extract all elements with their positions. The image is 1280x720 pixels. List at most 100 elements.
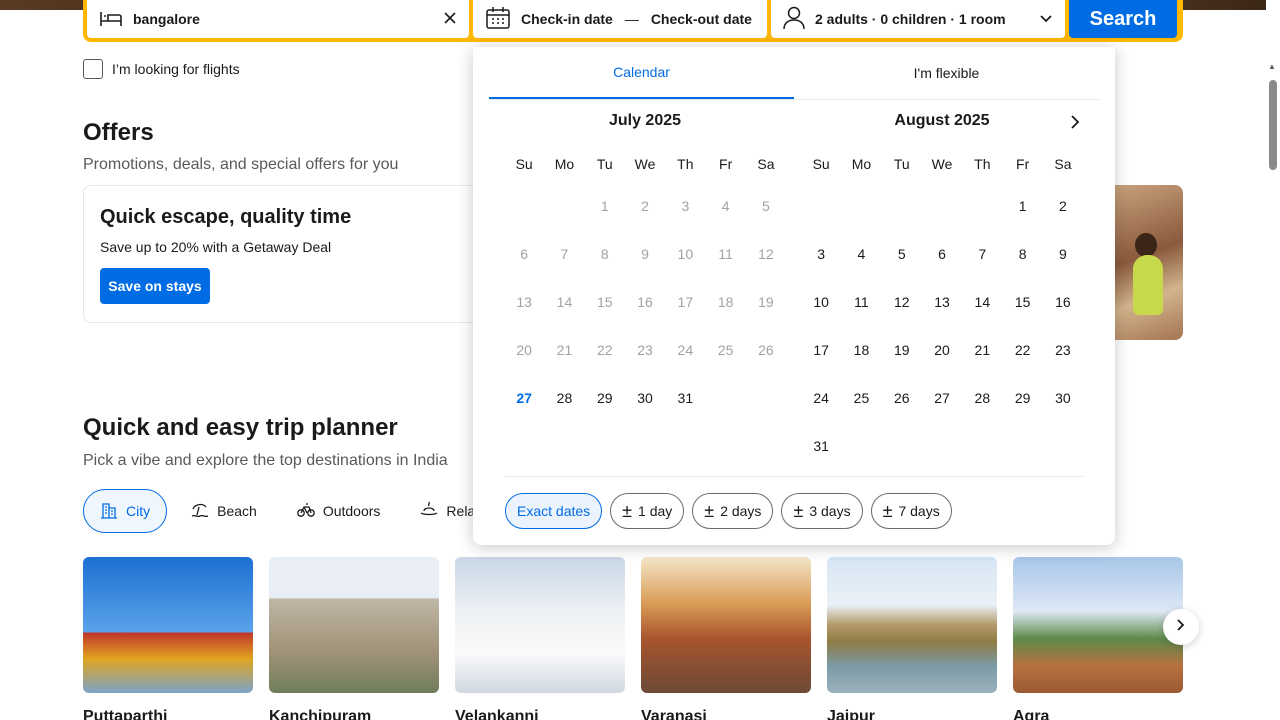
chevron-right-icon [1176,618,1186,637]
calendar-day[interactable]: 8 [1002,230,1042,278]
calendar-day[interactable]: 28 [544,374,584,422]
chip-3-days[interactable]: ±3 days [781,493,863,529]
calendar-day[interactable]: 21 [962,326,1002,374]
month-title: August 2025 [894,112,990,129]
calendar-day: 22 [596,342,613,358]
calendar-day[interactable]: 6 [922,230,962,278]
calendar-day[interactable]: 29 [585,374,625,422]
calendar-day[interactable]: 3 [801,230,841,278]
destination-name[interactable]: Kanchipuram [269,708,439,720]
offer-card-text: Save up to 20% with a Getaway Deal [100,239,332,255]
carousel-next-button[interactable] [1163,609,1199,645]
calendar-day[interactable]: 29 [1002,374,1042,422]
search-bar: bangalore Check-in date — Check-out date… [83,0,1183,42]
checkin-label[interactable]: Check-in date [521,11,613,27]
scrollbar-thumb[interactable] [1269,80,1277,170]
next-month-button[interactable] [1063,112,1087,136]
weekday: Mo [554,156,575,172]
flights-checkbox[interactable] [83,59,103,79]
calendar-day[interactable]: 27 [504,374,544,422]
weekday: Fr [719,156,733,172]
plus-minus-icon: ± [882,501,893,521]
destination-card[interactable]: Varanasi [641,557,811,720]
destination-image[interactable] [827,557,997,693]
calendar-day[interactable]: 23 [1043,326,1083,374]
calendar-day[interactable]: 11 [841,278,881,326]
date-picker-popup: Calendar I'm flexible July 2025 Su Mo Tu… [473,47,1115,545]
tab-beach[interactable]: Beach [175,489,273,533]
tab-flexible[interactable]: I'm flexible [794,47,1099,99]
calendar-day[interactable]: 25 [841,374,881,422]
date-separator: — [624,11,639,27]
checkout-label[interactable]: Check-out date [651,11,752,27]
chip-7-days[interactable]: ±7 days [870,493,952,529]
weekday: Tu [893,156,910,172]
chip-exact-dates[interactable]: Exact dates [505,493,603,529]
calendar-day[interactable]: 26 [882,374,922,422]
search-button[interactable]: Search [1069,0,1177,38]
tab-calendar[interactable]: Calendar [489,47,794,99]
calendar-day[interactable]: 30 [1043,374,1083,422]
calendar-day[interactable]: 24 [801,374,841,422]
destination-card[interactable]: Agra [1013,557,1183,720]
empty-cell [801,182,841,230]
calendar-day[interactable]: 12 [882,278,922,326]
dates-field[interactable]: Check-in date — Check-out date [473,0,767,38]
calendar-day[interactable]: 30 [625,374,665,422]
calendar-day[interactable]: 4 [841,230,881,278]
month-title: July 2025 [608,112,682,129]
calendar-day[interactable]: 18 [841,326,881,374]
calendar-day[interactable]: 31 [801,422,841,470]
destination-name[interactable]: Puttaparthi [83,708,253,720]
calendar-day[interactable]: 27 [922,374,962,422]
calendar-icon [485,6,511,33]
destination-card[interactable]: Kanchipuram [269,557,439,720]
calendar-day[interactable]: 31 [665,374,705,422]
calendar-day[interactable]: 7 [962,230,1002,278]
destination-image[interactable] [269,557,439,693]
calendar-day[interactable]: 5 [882,230,922,278]
calendar-day[interactable]: 22 [1002,326,1042,374]
tab-label: Outdoors [322,503,381,519]
calendar-day[interactable]: 10 [801,278,841,326]
destination-image[interactable] [1013,557,1183,693]
calendar-day: 1 [600,198,609,214]
calendar-day[interactable]: 19 [882,326,922,374]
destination-field[interactable]: bangalore [87,0,469,38]
calendar-day[interactable]: 15 [1002,278,1042,326]
destination-card[interactable]: Puttaparthi [83,557,253,720]
save-on-stays-button[interactable]: Save on stays [100,268,210,304]
destination-image[interactable] [455,557,625,693]
destination-image[interactable] [83,557,253,693]
plus-minus-icon: ± [704,501,715,521]
destination-name[interactable]: Varanasi [641,708,811,720]
calendar-day[interactable]: 2 [1043,182,1083,230]
destination-card[interactable]: Jaipur [827,557,997,720]
calendar-day[interactable]: 1 [1002,182,1042,230]
destination-input[interactable]: bangalore [133,11,433,27]
calendar-day[interactable]: 28 [962,374,1002,422]
destination-name[interactable]: Velankanni [455,708,625,720]
calendar-day: 11 [718,246,733,262]
tab-outdoors[interactable]: Outdoors [281,489,397,533]
bed-icon [99,8,123,31]
destination-card[interactable]: Velankanni [455,557,625,720]
flex-date-chips: Exact dates ±1 day ±2 days ±3 days ±7 da… [505,493,952,529]
calendar-day[interactable]: 16 [1043,278,1083,326]
clear-icon[interactable] [443,11,457,28]
calendar-day[interactable]: 9 [1043,230,1083,278]
destination-name[interactable]: Jaipur [827,708,997,720]
calendar-day[interactable]: 13 [922,278,962,326]
calendar-day: 26 [758,342,774,358]
calendar-day[interactable]: 14 [962,278,1002,326]
tab-city[interactable]: City [83,489,168,533]
calendar-day[interactable]: 20 [922,326,962,374]
destination-name[interactable]: Agra [1013,708,1183,720]
chip-2-days[interactable]: ±2 days [692,493,774,529]
destination-image[interactable] [641,557,811,693]
chip-1-day[interactable]: ±1 day [610,493,685,529]
occupancy-field[interactable]: 2 adults · 0 children · 1 room [771,0,1065,38]
calendar-day[interactable]: 17 [801,326,841,374]
scroll-up-arrow-icon[interactable]: ▲ [1268,62,1276,71]
flights-checkbox-row[interactable]: I’m looking for flights [83,59,240,79]
